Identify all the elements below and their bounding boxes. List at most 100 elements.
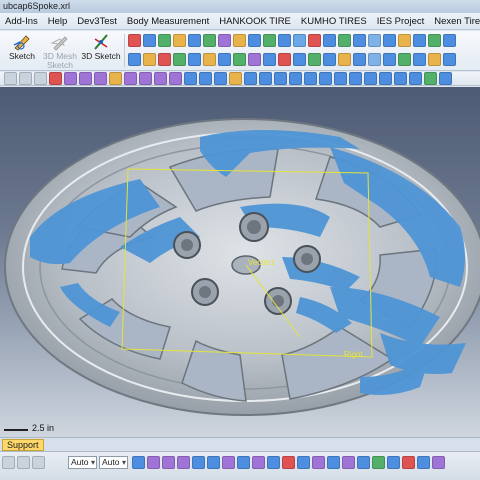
cut-tool-icon[interactable]: [308, 34, 321, 47]
shell-tool-icon[interactable]: [248, 34, 261, 47]
mesh-display-icon[interactable]: [364, 72, 377, 85]
loft-tool-icon[interactable]: [203, 34, 216, 47]
clip-plane-icon[interactable]: [439, 72, 452, 85]
view-filter-6-icon[interactable]: [154, 72, 167, 85]
filter-point-icon[interactable]: [147, 456, 160, 469]
view-filter-5-icon[interactable]: [139, 72, 152, 85]
filter-body-icon[interactable]: [192, 456, 205, 469]
zoom-icon[interactable]: [19, 72, 32, 85]
menu-ies-project[interactable]: IES Project: [372, 13, 430, 29]
filter-curve-icon[interactable]: [252, 456, 265, 469]
point-display-icon[interactable]: [379, 72, 392, 85]
curvature-tool-icon[interactable]: [323, 53, 336, 66]
menu-dev3test[interactable]: Dev3Test: [72, 13, 122, 29]
menu-add-ins[interactable]: Add-Ins: [0, 13, 43, 29]
trim-tool-icon[interactable]: [338, 34, 351, 47]
split-tool-icon[interactable]: [383, 34, 396, 47]
thicken-tool-icon[interactable]: [368, 34, 381, 47]
chamfer-tool-icon[interactable]: [233, 34, 246, 47]
view-bottom-icon[interactable]: [244, 72, 257, 85]
3d-sketch-button[interactable]: 3D Sketch: [80, 32, 122, 69]
surface-tool-icon[interactable]: [323, 34, 336, 47]
3d-viewport[interactable]: Vector1 Right 2.5 in: [0, 87, 480, 437]
offset-tool-icon[interactable]: [353, 34, 366, 47]
section-tool-icon[interactable]: [263, 53, 276, 66]
filter-feature-icon[interactable]: [312, 456, 325, 469]
edge-display-icon[interactable]: [409, 72, 422, 85]
report-tool-icon[interactable]: [428, 53, 441, 66]
menu-kumho-tires[interactable]: KUMHO TIRES: [296, 13, 372, 29]
view-filter-3-icon[interactable]: [109, 72, 122, 85]
view-filter-7-icon[interactable]: [169, 72, 182, 85]
knit-tool-icon[interactable]: [218, 53, 231, 66]
settings-tool-icon[interactable]: [443, 53, 456, 66]
filter-edge-icon[interactable]: [162, 456, 175, 469]
fill-tool-icon[interactable]: [233, 53, 246, 66]
menu-hankook-tire[interactable]: HANKOOK TIRE: [214, 13, 296, 29]
spline-tool-icon[interactable]: [143, 53, 156, 66]
plane-tool-icon[interactable]: [143, 34, 156, 47]
import-tool-icon[interactable]: [368, 53, 381, 66]
rotate-view-icon[interactable]: [49, 72, 62, 85]
view-right-icon[interactable]: [274, 72, 287, 85]
deviation-tool-icon[interactable]: [248, 53, 261, 66]
align-tool-icon[interactable]: [443, 34, 456, 47]
revolve-tool-icon[interactable]: [173, 34, 186, 47]
undo-icon[interactable]: [17, 456, 30, 469]
home-icon[interactable]: [2, 456, 15, 469]
filter-vector-icon[interactable]: [282, 456, 295, 469]
filter-coordinate-icon[interactable]: [297, 456, 310, 469]
filter-ref-icon[interactable]: [327, 456, 340, 469]
filter-layer-icon[interactable]: [387, 456, 400, 469]
filter-dimension-icon[interactable]: [342, 456, 355, 469]
layer-tool-icon[interactable]: [383, 53, 396, 66]
patch-tool-icon[interactable]: [188, 53, 201, 66]
filter-note-icon[interactable]: [357, 456, 370, 469]
measure-tool-icon[interactable]: [278, 53, 291, 66]
render-mode-icon[interactable]: [304, 72, 317, 85]
analyze-tool-icon[interactable]: [293, 53, 306, 66]
view-filter-2-icon[interactable]: [94, 72, 107, 85]
view-filter-4-icon[interactable]: [124, 72, 137, 85]
redo-icon[interactable]: [32, 456, 45, 469]
filter-plane-icon[interactable]: [267, 456, 280, 469]
region-tool-icon[interactable]: [173, 53, 186, 66]
export-tool-icon[interactable]: [353, 53, 366, 66]
selection-mode-select[interactable]: Auto: [68, 456, 97, 469]
sketch-button[interactable]: Sketch: [2, 32, 42, 69]
mirror-tool-icon[interactable]: [278, 34, 291, 47]
move-tool-icon[interactable]: [398, 34, 411, 47]
view-filter-1-icon[interactable]: [79, 72, 92, 85]
snapshot-tool-icon[interactable]: [398, 53, 411, 66]
snap-mode-select[interactable]: Auto: [99, 456, 128, 469]
pan-icon[interactable]: [34, 72, 47, 85]
view-iso-icon[interactable]: [289, 72, 302, 85]
menu-nexen-tire[interactable]: Nexen Tire: [429, 13, 480, 29]
accuracy-tool-icon[interactable]: [308, 53, 321, 66]
filter-group-icon[interactable]: [417, 456, 430, 469]
filter-mesh-icon[interactable]: [207, 456, 220, 469]
wireframe-icon[interactable]: [334, 72, 347, 85]
sweep-tool-icon[interactable]: [188, 34, 201, 47]
select-icon[interactable]: [4, 72, 17, 85]
tab-support[interactable]: Support: [2, 439, 44, 451]
shaded-icon[interactable]: [319, 72, 332, 85]
filter-all-icon[interactable]: [132, 456, 145, 469]
fillet-tool-icon[interactable]: [218, 34, 231, 47]
view-top-icon[interactable]: [229, 72, 242, 85]
point-tool-icon[interactable]: [158, 53, 171, 66]
xray-icon[interactable]: [349, 72, 362, 85]
extrude-tool-icon[interactable]: [158, 34, 171, 47]
rotate-tool-icon[interactable]: [413, 34, 426, 47]
pattern-tool-icon[interactable]: [263, 34, 276, 47]
mesh-sketch-button[interactable]: 3D Mesh Sketch: [42, 32, 78, 70]
scale-tool-icon[interactable]: [428, 34, 441, 47]
view-cube-icon[interactable]: [184, 72, 197, 85]
draft-tool-icon[interactable]: [338, 53, 351, 66]
line-tool-icon[interactable]: [128, 34, 141, 47]
curve-tool-icon[interactable]: [128, 53, 141, 66]
view-back-icon[interactable]: [214, 72, 227, 85]
menu-help[interactable]: Help: [43, 13, 73, 29]
lighting-icon[interactable]: [394, 72, 407, 85]
filter-color-icon[interactable]: [372, 456, 385, 469]
